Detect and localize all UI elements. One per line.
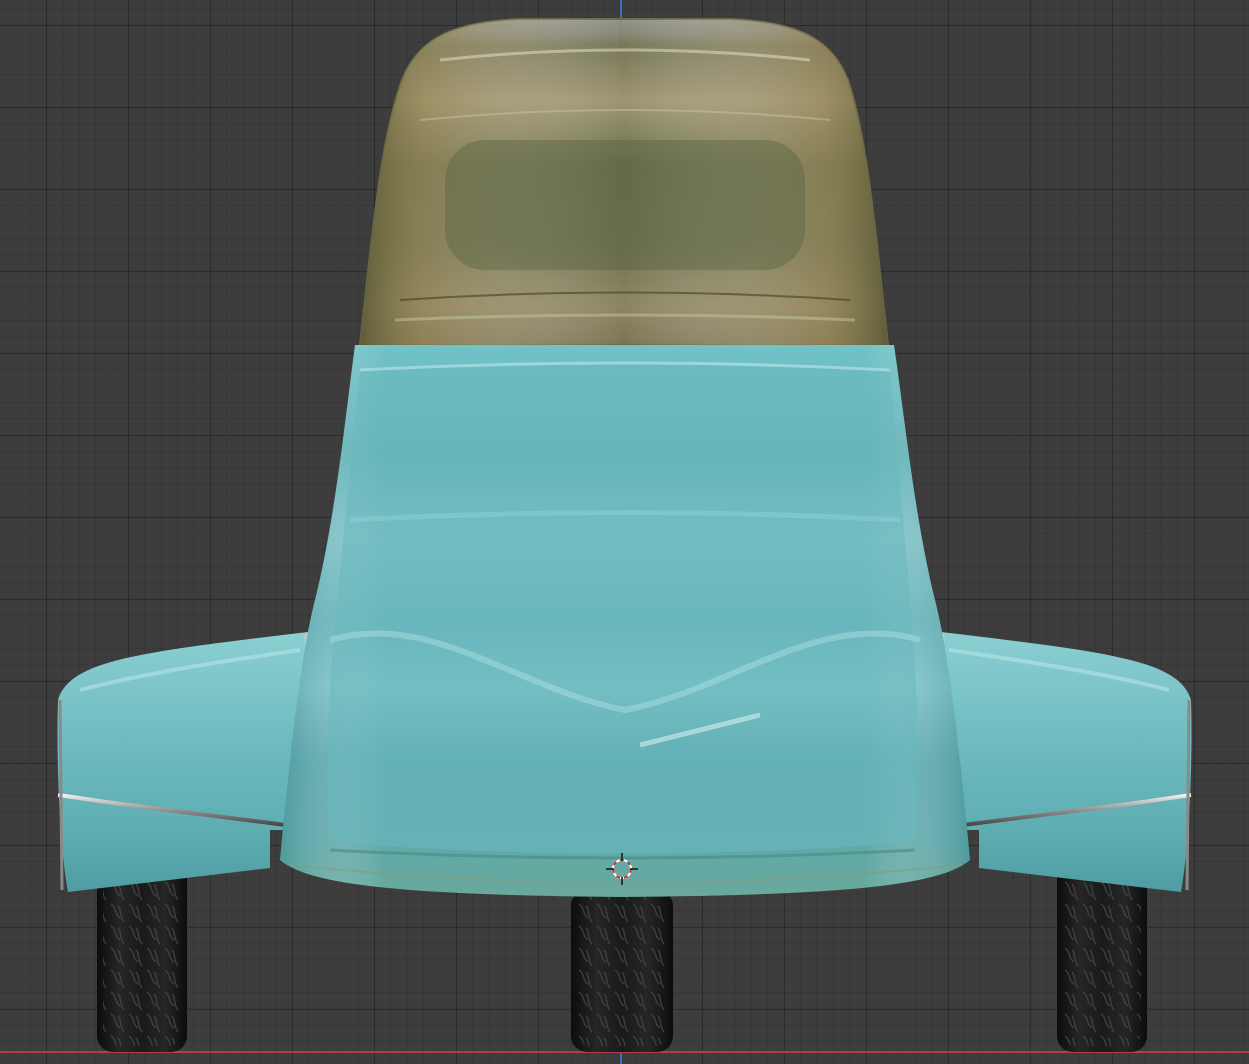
3d-viewport[interactable] bbox=[0, 0, 1249, 1064]
windshield-canopy bbox=[358, 18, 890, 346]
car-body bbox=[280, 345, 970, 897]
3d-cursor-icon[interactable] bbox=[606, 853, 638, 885]
fender-left bbox=[57, 632, 314, 892]
car-model[interactable] bbox=[0, 0, 1249, 1064]
tire-center bbox=[571, 890, 673, 1052]
fender-right bbox=[935, 632, 1192, 892]
